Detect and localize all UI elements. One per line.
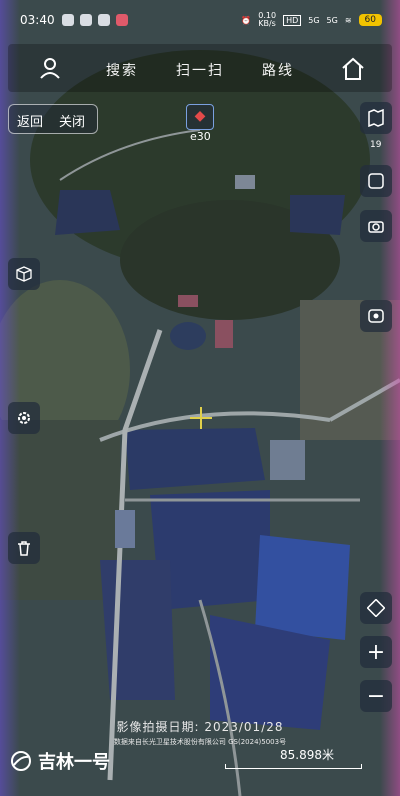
layers-icon[interactable]: [360, 592, 392, 624]
app-icon: [98, 14, 110, 26]
zoom-out-icon[interactable]: −: [360, 680, 392, 712]
satellite-logo-icon: [11, 751, 31, 771]
notification-icons: [62, 14, 128, 26]
compass-degree: e30: [190, 130, 211, 143]
settings-gear-icon[interactable]: [8, 402, 40, 434]
layer-count: 19: [370, 140, 382, 150]
user-icon[interactable]: [38, 56, 62, 80]
status-right: ⏰ 0.10 KB/s HD 5G 5G ≋ 60: [241, 12, 382, 28]
scale-bar: [225, 764, 362, 769]
capture-date: 影像拍摄日期: 2023/01/28: [116, 720, 284, 734]
search-button[interactable]: 搜索: [106, 60, 138, 80]
back-close-group: 返回 关闭: [8, 104, 98, 134]
close-button[interactable]: 关闭: [59, 111, 85, 130]
tiktok-icon: [62, 14, 74, 26]
screenshot-frame-icon[interactable]: [360, 165, 392, 197]
scan-button[interactable]: 扫一扫: [176, 60, 224, 80]
camera-icon[interactable]: [360, 210, 392, 242]
brand-logo: 吉林一号: [10, 748, 110, 774]
scale-label: 85.898米: [280, 748, 334, 762]
wifi-icon: ≋: [344, 15, 352, 25]
signal-2: 5G: [326, 15, 338, 25]
status-time: 03:40: [20, 13, 55, 27]
battery-badge: 60: [358, 14, 382, 26]
status-bar: 03:40 ⏰ 0.10 KB/s HD 5G 5G ≋ 60: [0, 0, 400, 40]
network-speed: 0.10 KB/s: [258, 11, 277, 28]
check-icon: [80, 14, 92, 26]
app-icon: [116, 14, 128, 26]
map-scale: 85.898米: [225, 744, 362, 770]
3d-cube-icon[interactable]: [8, 258, 40, 290]
back-button[interactable]: 返回: [17, 111, 43, 130]
zoom-in-icon[interactable]: +: [360, 636, 392, 668]
top-nav: 搜索 扫一扫 路线: [8, 44, 392, 92]
trash-icon[interactable]: [8, 532, 40, 564]
compass-icon[interactable]: ◆: [186, 104, 214, 130]
brand-name: 吉林一号: [38, 752, 110, 773]
signal-1: 5G: [308, 15, 320, 25]
route-button[interactable]: 路线: [262, 60, 294, 80]
hd-badge: HD: [283, 14, 302, 26]
map-book-icon[interactable]: [360, 102, 392, 134]
record-icon[interactable]: [360, 300, 392, 332]
alarm-icon: ⏰: [241, 15, 252, 25]
home-icon[interactable]: [340, 56, 366, 82]
